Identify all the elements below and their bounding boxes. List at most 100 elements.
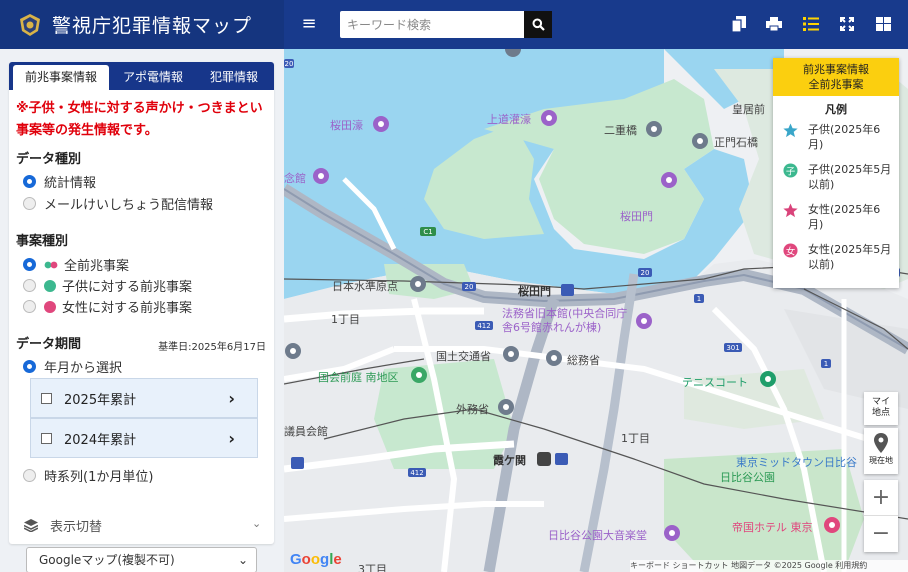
radio-stats-label: 統計情報 — [44, 176, 97, 191]
brand[interactable]: 警視庁犯罪情報マップ — [0, 0, 284, 49]
radio-mail-label: メールけいしちょう配信情報 — [44, 198, 214, 213]
map-label: 日比谷公園大音楽堂 — [548, 529, 647, 542]
radio-mail[interactable]: メールけいしちょう配信情報 — [23, 194, 213, 213]
radio-mail-button[interactable] — [23, 197, 36, 210]
map-type-select[interactable]: Googleマップ(複製不可) ⌄ — [26, 547, 257, 572]
map-label: 霞ケ関 — [493, 454, 526, 467]
period-2024[interactable]: 2024年累計 › — [30, 418, 258, 458]
all-cases-icon — [44, 259, 58, 271]
period-2025-label: 2025年累計 — [64, 392, 137, 408]
display-toggle-label: 表示切替 — [50, 520, 103, 535]
google-logo: Google — [290, 551, 342, 568]
search-icon — [532, 18, 545, 31]
radio-child-button[interactable] — [23, 279, 36, 292]
tab-zencho[interactable]: 前兆事案情報 — [13, 65, 109, 90]
legend-item: 女 女性(2025年5月以前) — [783, 242, 894, 272]
current-location-button[interactable]: 現在地 — [864, 428, 898, 474]
map-label: 外務省 — [456, 403, 489, 416]
child-icon — [44, 279, 56, 292]
legend-title: 凡例 — [825, 103, 847, 116]
tab-bar: 前兆事案情報 アポ電情報 犯罪情報 — [9, 62, 274, 90]
legend-panel: 前兆事案情報 全前兆事案 凡例 子供(2025年6月) 子 子供(2025年5月… — [773, 58, 899, 288]
svg-text:1: 1 — [824, 360, 828, 368]
period-2025-checkbox[interactable] — [41, 392, 52, 404]
map-label: 二重橋 — [604, 124, 637, 137]
map-label: 念館 — [284, 172, 306, 185]
svg-text:412: 412 — [477, 322, 490, 330]
radio-female-button[interactable] — [23, 300, 36, 313]
star-icon — [783, 203, 798, 218]
map-type-value: Googleマップ(複製不可) — [39, 553, 175, 567]
radio-stats-button[interactable] — [23, 175, 36, 188]
display-toggle[interactable]: 表示切替 — [24, 516, 102, 535]
legend-item: 女性(2025年6月) — [783, 202, 894, 232]
svg-text:412: 412 — [410, 469, 423, 477]
radio-all-button[interactable] — [23, 258, 36, 271]
legend-header: 前兆事案情報 全前兆事案 — [773, 58, 899, 96]
svg-text:301: 301 — [726, 344, 739, 352]
print-icon[interactable] — [764, 14, 784, 34]
svg-text:20: 20 — [641, 269, 650, 277]
radio-child-label: 子供に対する前兆事案 — [62, 280, 193, 295]
svg-text:子: 子 — [786, 166, 795, 177]
svg-text:1: 1 — [697, 295, 701, 303]
legend-item: 子供(2025年6月) — [783, 122, 894, 152]
star-icon — [783, 123, 798, 138]
chevron-down-icon[interactable]: ⌄ — [252, 517, 261, 530]
period-2025[interactable]: 2025年累計 › — [30, 378, 258, 418]
zoom-control: + − — [864, 480, 898, 552]
my-location-button[interactable]: マイ地点 — [864, 392, 898, 425]
layers-icon — [24, 519, 38, 532]
map-label: 桜田濠 — [330, 119, 363, 132]
search-box — [340, 11, 552, 38]
period-2024-checkbox[interactable] — [41, 432, 52, 444]
chevron-right-icon: › — [228, 428, 235, 448]
map-label: 法務省旧本館(中央合同庁舎6号館赤れんが棟) — [502, 307, 628, 334]
copy-icon[interactable] — [729, 14, 749, 34]
radio-timeseries-button[interactable] — [23, 469, 36, 482]
tab-apoden[interactable]: アポ電情報 — [115, 65, 191, 90]
map-label: 桜田門 — [518, 285, 551, 298]
map-label: 国会前庭 南地区 — [318, 371, 399, 384]
radio-stats[interactable]: 統計情報 — [23, 172, 96, 191]
svg-text:20: 20 — [465, 283, 474, 291]
search-button[interactable] — [524, 11, 552, 38]
map-label: 3丁目 — [358, 563, 387, 572]
svg-text:20: 20 — [285, 60, 294, 68]
tab-hanzai[interactable]: 犯罪情報 — [197, 65, 271, 90]
sidebar: 前兆事案情報 アポ電情報 犯罪情報 ※子供・女性に対する声かけ・つきまとい事案等… — [0, 49, 284, 572]
map-label: 総務省 — [567, 354, 600, 367]
radio-child-cases[interactable]: 子供に対する前兆事案 — [23, 276, 192, 295]
map-footer[interactable]: キーボード ショートカット 地図データ ©2025 Google 利用規約 — [630, 560, 908, 572]
radio-female-cases[interactable]: 女性に対する前兆事案 — [23, 297, 192, 316]
layout-grid-icon[interactable] — [873, 14, 893, 34]
legend-header-line2: 全前兆事案 — [808, 78, 864, 91]
current-location-label: 現在地 — [869, 456, 893, 465]
app-title: 警視庁犯罪情報マップ — [52, 15, 253, 37]
zoom-in-button[interactable]: + — [864, 480, 898, 516]
hamburger-menu-icon[interactable]: ≡ — [298, 13, 320, 35]
radio-by-month[interactable]: 年月から選択 — [23, 357, 122, 376]
zoom-out-button[interactable]: − — [864, 516, 898, 551]
app-header: 警視庁犯罪情報マップ ≡ — [0, 0, 908, 49]
list-icon[interactable] — [801, 14, 821, 34]
map-label: 日比谷公園 — [720, 471, 775, 484]
fullscreen-icon[interactable] — [837, 14, 857, 34]
map-label: 上道灌濠 — [487, 113, 531, 126]
map-label: 1丁目 — [331, 313, 360, 326]
map-label: 桜田門 — [620, 210, 653, 223]
radio-all-cases[interactable]: 全前兆事案 — [23, 255, 129, 274]
radio-by-month-button[interactable] — [23, 360, 36, 373]
search-input[interactable] — [340, 11, 524, 38]
map-label: 日本水準原点 — [332, 280, 398, 293]
map-label: 議員会館 — [284, 425, 328, 438]
radio-all-label: 全前兆事案 — [64, 259, 130, 274]
data-type-heading: データ種別 — [16, 152, 82, 167]
period-heading: データ期間 — [16, 337, 82, 352]
map-label: 1丁目 — [621, 432, 650, 445]
chevron-right-icon: › — [228, 388, 235, 408]
warning-text: ※子供・女性に対する声かけ・つきまとい事案等の発生情報です。 — [16, 101, 263, 138]
female-icon — [44, 300, 56, 313]
radio-timeseries[interactable]: 時系列(1か月単位) — [23, 466, 153, 485]
base-date: 基準日:2025年6月17日 — [158, 342, 266, 353]
